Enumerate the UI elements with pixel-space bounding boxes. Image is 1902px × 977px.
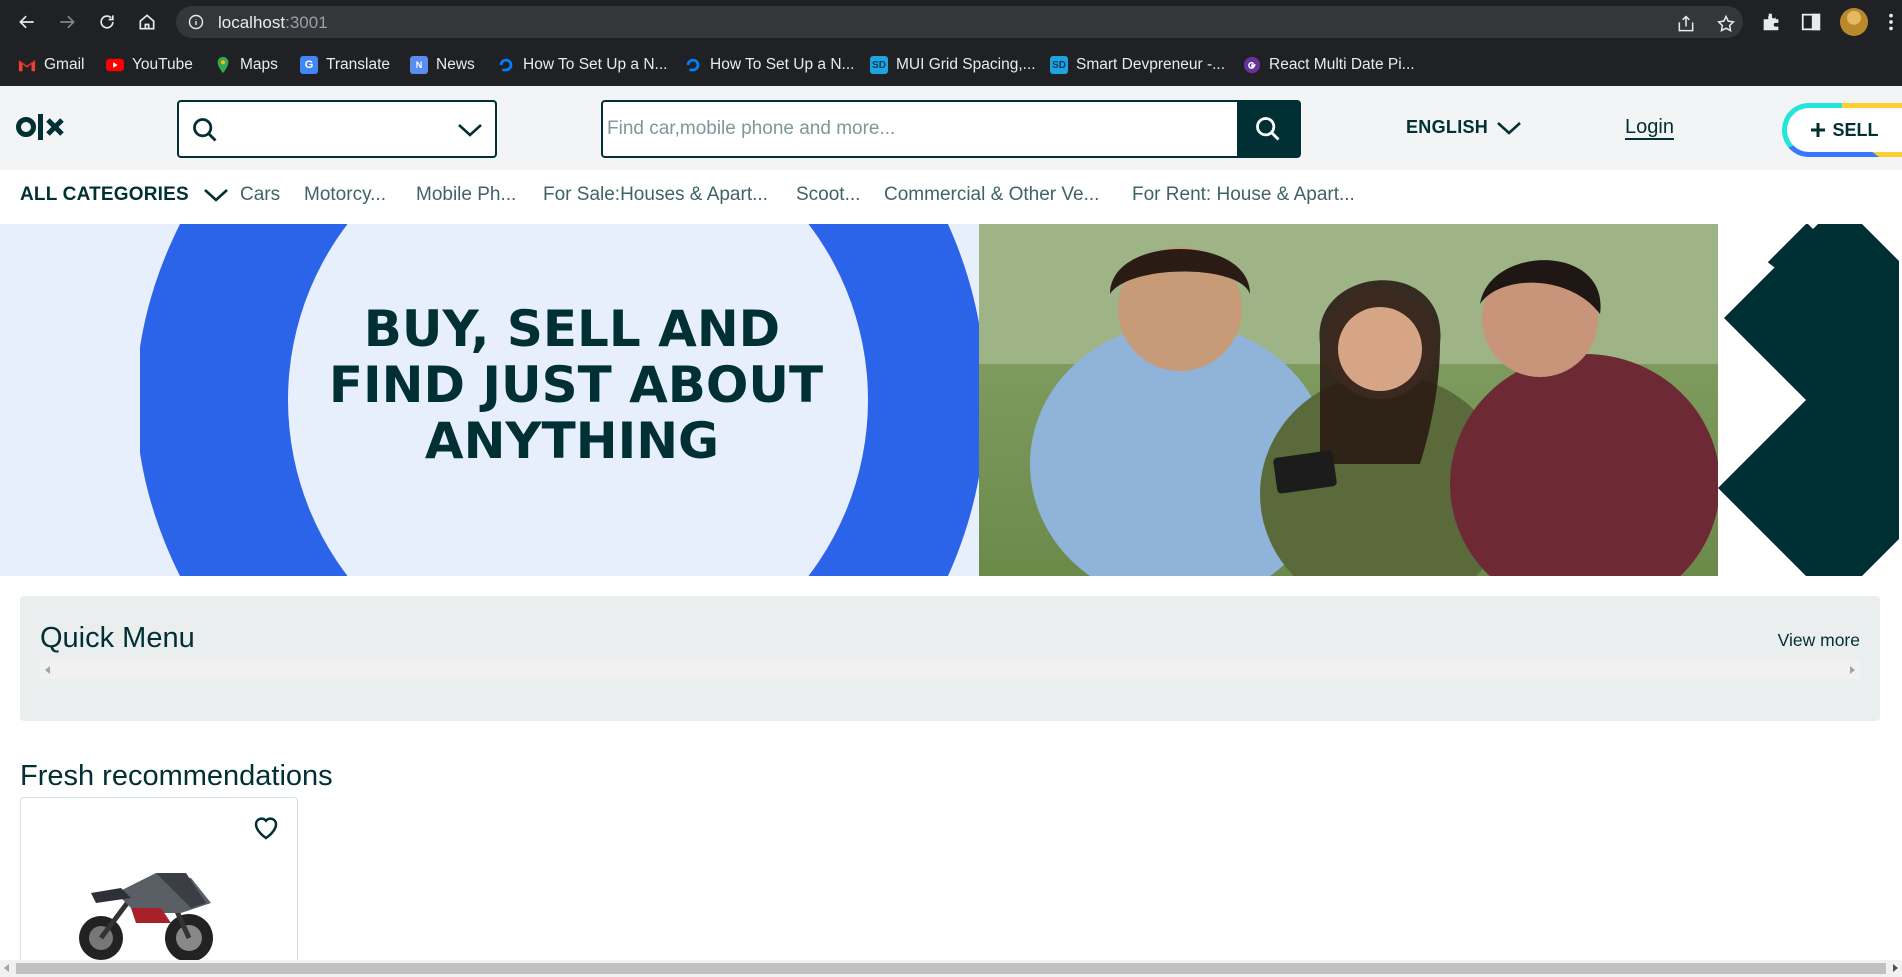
digitalocean-icon: [499, 58, 513, 72]
quick-menu-title: Quick Menu: [40, 622, 195, 654]
news-icon: N: [410, 56, 428, 74]
side-panel-icon[interactable]: [1800, 11, 1822, 33]
back-arrow-icon: [19, 15, 34, 29]
reload-icon: [100, 15, 114, 29]
scroll-left-arrow-icon[interactable]: [4, 964, 9, 972]
category-bar: ALL CATEGORIES Cars Motorcy... Mobile Ph…: [0, 170, 1902, 224]
browser-toolbar: localhost:3001: [0, 0, 1902, 44]
banner-line-3: ANYTHING: [425, 412, 719, 470]
search-icon: [193, 118, 217, 142]
bookmarks-bar: Gmail YouTube Maps G Translate N News Ho…: [0, 44, 1902, 86]
maps-icon: [217, 56, 229, 74]
forward-button[interactable]: [54, 9, 80, 35]
all-categories-dropdown[interactable]: ALL CATEGORIES: [20, 184, 229, 206]
bookmark-label: How To Set Up a N...: [710, 56, 855, 73]
search-bar: [601, 100, 1301, 158]
bookmark-youtube[interactable]: YouTube: [106, 54, 193, 76]
chevron-down-icon: [1497, 121, 1521, 135]
bookmark-translate[interactable]: G Translate: [300, 54, 390, 76]
home-icon: [139, 14, 155, 30]
browser-chrome: localhost:3001 Gmail YouTube Maps G Tran…: [0, 0, 1902, 86]
category-link-motorcycles[interactable]: Motorcy...: [304, 184, 386, 206]
scroll-right-arrow-icon[interactable]: [1893, 964, 1898, 972]
search-input[interactable]: [607, 104, 1237, 154]
site-header: ENGLISH Login SELL: [0, 86, 1902, 170]
bookmark-mui-grid[interactable]: SD MUI Grid Spacing,...: [870, 54, 1036, 76]
location-selector[interactable]: [177, 100, 497, 158]
gatsby-icon: [1243, 56, 1261, 74]
scrollbar-thumb[interactable]: [16, 963, 1886, 974]
reload-button[interactable]: [94, 9, 120, 35]
heart-icon[interactable]: [251, 813, 281, 843]
url-text: localhost:3001: [218, 13, 328, 33]
sell-button-inner: SELL: [1787, 108, 1902, 152]
language-selector[interactable]: ENGLISH: [1406, 117, 1522, 138]
sd-icon: SD: [870, 56, 888, 74]
chevron-down-icon: [458, 124, 482, 137]
translate-icon: G: [300, 56, 318, 74]
profile-avatar[interactable]: [1840, 8, 1868, 36]
login-link[interactable]: Login: [1625, 116, 1674, 139]
view-more-link[interactable]: View more: [1778, 630, 1860, 651]
page-horizontal-scrollbar[interactable]: [0, 960, 1902, 977]
more-menu-icon[interactable]: [1886, 11, 1896, 33]
hero-banner-graphic: BUY, SELL AND FIND JUST ABOUT ANYTHING: [0, 224, 1902, 576]
fresh-recommendations-title: Fresh recommendations: [20, 760, 333, 792]
bookmark-label: Maps: [240, 56, 278, 73]
scroll-left-arrow-icon[interactable]: [45, 666, 50, 674]
share-icon[interactable]: [1676, 14, 1696, 34]
plus-icon: [1811, 123, 1826, 137]
motorcycle-image: [79, 873, 213, 962]
hero-banner[interactable]: BUY, SELL AND FIND JUST ABOUT ANYTHING: [0, 224, 1902, 576]
sell-label: SELL: [1832, 119, 1879, 140]
gmail-icon: [18, 60, 36, 72]
bookmark-smart-devpreneur[interactable]: SD Smart Devpreneur -...: [1050, 54, 1225, 76]
quick-menu-scrollbar[interactable]: [40, 661, 1860, 679]
search-icon: [1256, 117, 1280, 141]
bookmark-label: Gmail: [44, 56, 85, 73]
category-link-houses-rent[interactable]: For Rent: House & Apart...: [1132, 184, 1355, 206]
category-link-mobile-phones[interactable]: Mobile Ph...: [416, 184, 516, 206]
address-bar[interactable]: localhost:3001: [176, 6, 1743, 38]
bookmark-label: News: [436, 56, 475, 73]
youtube-icon: [106, 58, 124, 72]
bookmark-label: React Multi Date Pi...: [1269, 56, 1415, 73]
scroll-right-arrow-icon[interactable]: [1850, 666, 1855, 674]
product-card[interactable]: [20, 797, 298, 967]
url-port: :3001: [285, 13, 328, 32]
category-link-cars[interactable]: Cars: [240, 184, 280, 206]
bookmark-label: How To Set Up a N...: [523, 56, 668, 73]
bookmark-maps[interactable]: Maps: [214, 54, 278, 76]
bookmark-label: Translate: [326, 56, 391, 73]
category-link-commercial-vehicles[interactable]: Commercial & Other Ve...: [884, 184, 1099, 206]
search-button[interactable]: [1237, 102, 1299, 156]
digitalocean-icon: [686, 58, 700, 72]
bookmark-react-multi-date[interactable]: React Multi Date Pi...: [1243, 54, 1415, 76]
back-button[interactable]: [14, 9, 40, 35]
bookmark-news[interactable]: N News: [410, 54, 475, 76]
bookmark-star-icon[interactable]: [1716, 14, 1736, 34]
olx-logo[interactable]: [16, 111, 72, 143]
chevron-down-icon: [204, 189, 228, 202]
bookmark-label: Smart Devpreneur -...: [1076, 56, 1226, 73]
banner-line-2: FIND JUST ABOUT: [329, 356, 823, 414]
site-info-icon[interactable]: [188, 14, 204, 30]
category-link-scooters[interactable]: Scoot...: [796, 184, 860, 206]
banner-line-1: BUY, SELL AND: [364, 300, 780, 358]
bookmark-how-to-2[interactable]: How To Set Up a N...: [684, 54, 854, 76]
bookmark-gmail[interactable]: Gmail: [18, 54, 84, 76]
forward-arrow-icon: [60, 15, 75, 29]
category-link-houses-sale[interactable]: For Sale:Houses & Apart...: [543, 184, 768, 206]
sell-button[interactable]: SELL: [1782, 103, 1902, 157]
sd-icon: SD: [1050, 56, 1068, 74]
all-categories-label: ALL CATEGORIES: [20, 184, 189, 205]
language-label: ENGLISH: [1406, 117, 1489, 137]
bookmark-label: YouTube: [132, 56, 193, 73]
home-button[interactable]: [134, 9, 160, 35]
extensions-icon[interactable]: [1760, 11, 1782, 33]
quick-menu: Quick Menu View more: [20, 596, 1880, 721]
bookmark-how-to-1[interactable]: How To Set Up a N...: [497, 54, 667, 76]
bookmark-label: MUI Grid Spacing,...: [896, 56, 1036, 73]
url-host: localhost: [218, 13, 286, 32]
